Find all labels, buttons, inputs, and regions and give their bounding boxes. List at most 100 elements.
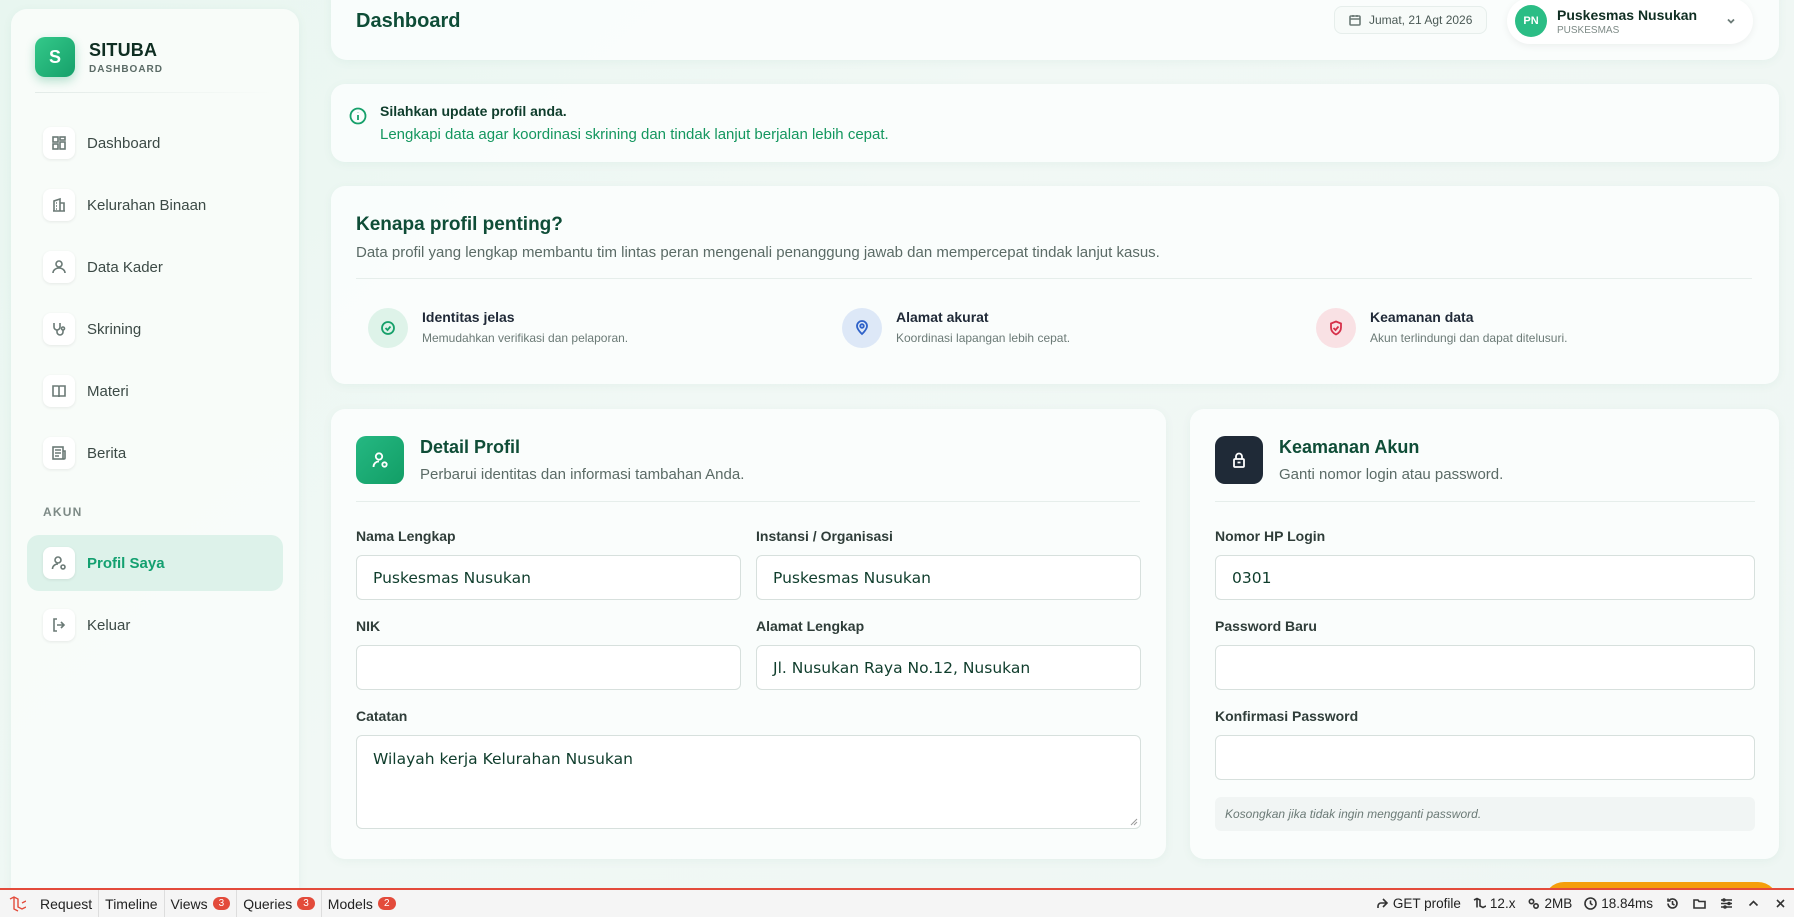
account-security-card: Keamanan Akun Ganti nomor login atau pas…: [1190, 409, 1779, 859]
page-title: Dashboard: [356, 10, 461, 32]
chevron-up-icon[interactable]: [1740, 890, 1767, 917]
sidebar-item-label: Materi: [87, 382, 129, 400]
divider: [1215, 501, 1755, 502]
feature-title: Alamat akurat: [896, 309, 989, 325]
sidebar-item-label: Dashboard: [87, 134, 161, 152]
debug-tab-timeline[interactable]: Timeline: [99, 890, 165, 917]
check-circle-icon: [368, 308, 408, 348]
memory-text: 2MB: [1544, 896, 1573, 911]
card-title: Detail Profil: [420, 437, 521, 457]
calendar-icon: [1349, 15, 1361, 26]
tab-label: Timeline: [105, 895, 158, 912]
confirm-password-label: Konfirmasi Password: [1215, 708, 1359, 724]
phone-label: Nomor HP Login: [1215, 528, 1326, 544]
user-name: Puskesmas Nusukan: [1557, 6, 1698, 23]
sidebar-item-skrining[interactable]: Skrining: [27, 301, 283, 357]
sidebar-item-keluar[interactable]: Keluar: [27, 597, 283, 653]
info-icon: [349, 107, 367, 125]
nik-input[interactable]: [356, 645, 741, 690]
instansi-label: Instansi / Organisasi: [756, 528, 893, 544]
profile-detail-card: Detail Profil Perbarui identitas dan inf…: [331, 409, 1166, 859]
clock-icon: [1584, 897, 1598, 910]
count-badge: 2: [377, 897, 396, 910]
user-icon: [43, 251, 75, 283]
newspaper-icon: [43, 437, 75, 469]
nama-input[interactable]: Puskesmas Nusukan: [356, 555, 741, 600]
debug-time: 18.84ms: [1578, 896, 1659, 911]
divider: [356, 501, 1140, 502]
password-input[interactable]: [1215, 645, 1755, 690]
debug-version: 12.x: [1467, 896, 1522, 911]
folder-open-icon[interactable]: [1686, 890, 1713, 917]
catatan-value: Wilayah kerja Kelurahan Nusukan: [373, 750, 633, 768]
debug-memory: 2MB: [1521, 896, 1578, 911]
sidebar-item-dashboard[interactable]: Dashboard: [27, 115, 283, 171]
top-header: Dashboard Jumat, 21 Agt 2026 PN Puskesma…: [331, 0, 1779, 60]
sidebar: S SITUBA DASHBOARD Dashboard Kelurahan B…: [11, 9, 299, 909]
alert-text: Lengkapi data agar koordinasi skrining d…: [380, 126, 889, 143]
version-text: 12.x: [1489, 896, 1516, 911]
feature-desc: Koordinasi lapangan lebih cepat.: [896, 331, 1071, 345]
count-badge: 3: [212, 897, 231, 910]
user-gear-icon: [356, 436, 404, 484]
debug-tab-request[interactable]: Request: [34, 890, 100, 917]
alamat-input[interactable]: Jl. Nusukan Raya No.12, Nusukan: [756, 645, 1141, 690]
card-title: Keamanan Akun: [1279, 437, 1420, 457]
resize-handle-icon[interactable]: [1130, 818, 1138, 826]
sidebar-item-data-kader[interactable]: Data Kader: [27, 239, 283, 295]
feature-title: Identitas jelas: [422, 309, 515, 325]
debug-tab-queries[interactable]: Queries 3: [237, 890, 322, 917]
sidebar-item-materi[interactable]: Materi: [27, 363, 283, 419]
user-menu[interactable]: PN Puskesmas Nusukan PUSKESMAS: [1507, 0, 1753, 44]
brand[interactable]: S SITUBA DASHBOARD: [35, 37, 163, 77]
shield-check-icon: [1316, 308, 1356, 348]
tab-label: Models: [327, 895, 373, 912]
password-hint: Kosongkan jika tidak ingin mengganti pas…: [1215, 797, 1755, 831]
book-icon: [43, 375, 75, 407]
count-badge: 3: [297, 897, 315, 910]
divider: [356, 278, 1752, 279]
history-icon[interactable]: [1659, 890, 1686, 917]
sidebar-section-akun: AKUN: [43, 505, 83, 519]
tab-label: Request: [40, 895, 93, 912]
feature-alamat: Alamat akurat Koordinasi lapangan lebih …: [842, 308, 1070, 348]
close-icon[interactable]: [1767, 890, 1794, 917]
catatan-textarea[interactable]: Wilayah kerja Kelurahan Nusukan: [356, 735, 1141, 829]
sidebar-item-berita[interactable]: Berita: [27, 425, 283, 481]
debug-route[interactable]: GET profile: [1370, 896, 1467, 911]
cogs-icon: [1528, 898, 1540, 910]
tab-label: Views: [170, 895, 208, 912]
sidebar-item-label: Skrining: [87, 320, 142, 338]
sidebar-nav: Dashboard Kelurahan Binaan Data Kader Sk…: [27, 115, 283, 659]
settings-sliders-icon[interactable]: [1713, 890, 1740, 917]
debug-tab-models[interactable]: Models 2: [322, 890, 402, 917]
tab-label: Queries: [243, 895, 293, 912]
brand-name: SITUBA: [89, 39, 158, 60]
brand-logo: S: [35, 37, 75, 77]
laravel-icon: [1473, 897, 1486, 909]
phone-input[interactable]: 0301: [1215, 555, 1755, 600]
profile-update-alert: Silahkan update profil anda. Lengkapi da…: [331, 84, 1779, 162]
sidebar-item-label: Data Kader: [87, 258, 163, 276]
password-label: Password Baru: [1215, 618, 1317, 634]
feature-desc: Akun terlindungi dan dapat ditelusuri.: [1370, 331, 1568, 345]
sidebar-item-label: Keluar: [87, 616, 131, 634]
confirm-password-input[interactable]: [1215, 735, 1755, 780]
debugbar: Request Timeline Views 3 Queries 3 Models 2…: [0, 888, 1794, 917]
sidebar-item-profil-saya[interactable]: Profil Saya: [27, 535, 283, 591]
alert-title: Silahkan update profil anda.: [380, 103, 567, 119]
feature-title: Keamanan data: [1370, 309, 1474, 325]
brand-subtitle: DASHBOARD: [89, 63, 163, 75]
debug-tab-views[interactable]: Views 3: [165, 890, 238, 917]
avatar: PN: [1515, 5, 1547, 37]
instansi-input[interactable]: Puskesmas Nusukan: [756, 555, 1141, 600]
current-date: Jumat, 21 Agt 2026: [1369, 13, 1473, 27]
sidebar-item-label: Profil Saya: [87, 554, 165, 572]
nama-label: Nama Lengkap: [356, 528, 456, 544]
catatan-label: Catatan: [356, 708, 408, 724]
laravel-logo-icon[interactable]: [0, 890, 34, 917]
sidebar-item-kelurahan-binaan[interactable]: Kelurahan Binaan: [27, 177, 283, 233]
user-role: PUSKESMAS: [1557, 24, 1620, 36]
grid-icon: [43, 127, 75, 159]
user-gear-icon: [43, 547, 75, 579]
